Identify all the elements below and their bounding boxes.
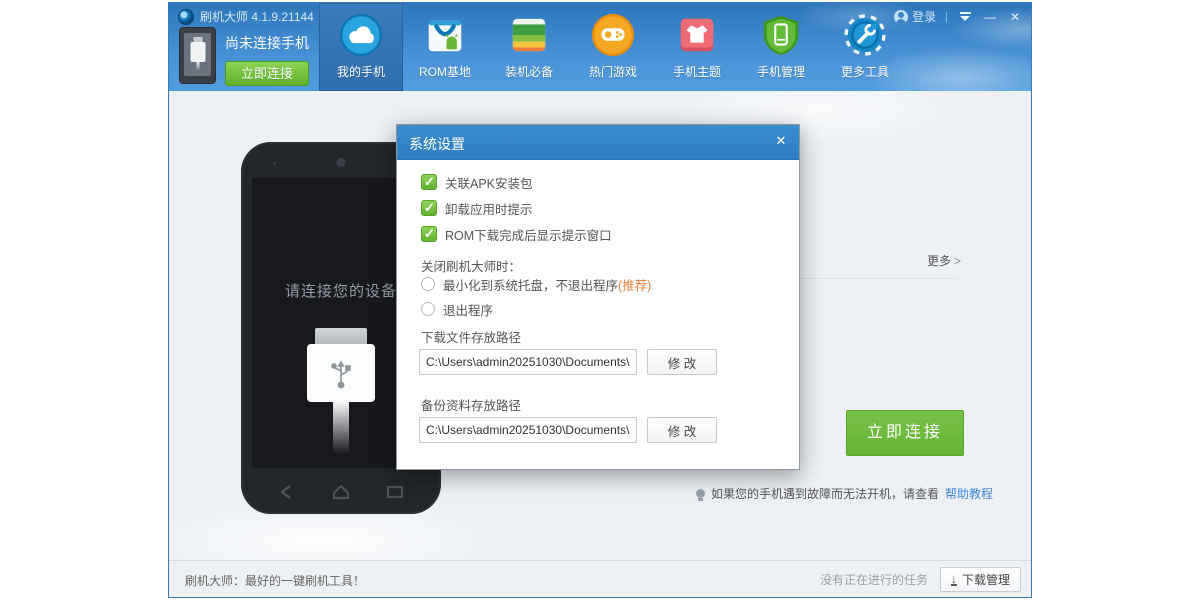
checkbox-row-rom-notify[interactable]: ROM下载完成后显示提示窗口 bbox=[421, 225, 612, 243]
checkbox-checked-icon[interactable] bbox=[421, 226, 437, 242]
download-manager-label: 下载管理 bbox=[962, 571, 1010, 588]
modify-download-path-button[interactable]: 修 改 bbox=[647, 349, 717, 375]
backup-path-input[interactable] bbox=[419, 417, 637, 443]
tab-essentials[interactable]: 装机必备 bbox=[487, 3, 571, 91]
minimize-button[interactable]: — bbox=[982, 10, 998, 24]
more-link[interactable]: 更多> bbox=[927, 252, 961, 269]
tab-label: ROM基地 bbox=[419, 63, 471, 80]
connect-now-small-button[interactable]: 立即连接 bbox=[225, 61, 309, 86]
dialog-title: 系统设置 bbox=[409, 134, 465, 154]
tab-phone-manage[interactable]: 手机管理 bbox=[739, 3, 823, 91]
tab-label: 我的手机 bbox=[337, 63, 385, 80]
close-button[interactable]: ✕ bbox=[1007, 10, 1023, 24]
window-controls: 登录 | — ✕ bbox=[894, 8, 1023, 25]
rom-bag-icon bbox=[422, 12, 468, 58]
usb-symbol-icon bbox=[330, 356, 352, 390]
app-header: 刷机大师 4.1.9.21144 登录 | — ✕ 尚未连接手机 立即连接 bbox=[169, 3, 1031, 91]
download-path-label: 下载文件存放路径 bbox=[421, 327, 521, 346]
usb-plug-illustration bbox=[307, 328, 375, 454]
help-tutorial-link[interactable]: 帮助教程 bbox=[945, 485, 993, 502]
radio-row-minimize[interactable]: 最小化到系统托盘，不退出程序(推荐) bbox=[421, 275, 651, 293]
radio-unselected-icon[interactable] bbox=[421, 277, 435, 291]
download-icon: ↓ bbox=[951, 574, 957, 586]
tab-rom-base[interactable]: ROM基地 bbox=[403, 3, 487, 91]
checkbox-checked-icon[interactable] bbox=[421, 200, 437, 216]
checkbox-label: ROM下载完成后显示提示窗口 bbox=[445, 225, 612, 244]
login-label: 登录 bbox=[912, 8, 936, 25]
close-behavior-label: 关闭刷机大师时： bbox=[421, 256, 521, 275]
connect-now-button[interactable]: 立即连接 bbox=[846, 410, 964, 456]
person-icon bbox=[894, 10, 908, 24]
download-path-input[interactable] bbox=[419, 349, 637, 375]
tasks-status-text: 没有正在进行的任务 bbox=[820, 571, 928, 588]
tab-my-phone[interactable]: 我的手机 bbox=[319, 3, 403, 91]
dialog-header: 系统设置 ✕ bbox=[397, 125, 799, 160]
cloud-phone-icon bbox=[338, 12, 384, 58]
main-menu-button[interactable] bbox=[957, 10, 973, 24]
dialog-close-icon[interactable]: ✕ bbox=[773, 133, 789, 149]
controls-divider: | bbox=[945, 11, 948, 23]
phone-navbar bbox=[241, 484, 441, 500]
status-bar: 刷机大师：最好的一键刷机工具！ 没有正在进行的任务 ↓ 下载管理 bbox=[169, 560, 1031, 597]
tab-label: 手机主题 bbox=[673, 63, 721, 80]
tab-hot-games[interactable]: 热门游戏 bbox=[571, 3, 655, 91]
status-slogan: 刷机大师：最好的一键刷机工具！ bbox=[185, 572, 365, 589]
help-row: 如果您的手机遇到故障而无法开机，请查看帮助教程 bbox=[696, 485, 993, 502]
app-title: 刷机大师 4.1.9.21144 bbox=[200, 8, 314, 25]
checkbox-row-uninstall-prompt[interactable]: 卸载应用时提示 bbox=[421, 199, 533, 217]
menu-icon bbox=[960, 12, 971, 21]
modify-backup-path-button[interactable]: 修 改 bbox=[647, 417, 717, 443]
tab-themes[interactable]: 手机主题 bbox=[655, 3, 739, 91]
titlebar: 刷机大师 4.1.9.21144 bbox=[178, 8, 314, 25]
backup-path-label: 备份资料存放路径 bbox=[421, 395, 521, 414]
gear-wrench-icon bbox=[842, 12, 888, 58]
login-button[interactable]: 登录 bbox=[894, 8, 936, 25]
back-icon bbox=[276, 484, 298, 500]
chevron-right-icon: > bbox=[954, 254, 961, 268]
tab-label: 更多工具 bbox=[841, 63, 889, 80]
checkbox-row-apk[interactable]: 关联APK安装包 bbox=[421, 173, 533, 191]
radio-row-exit[interactable]: 退出程序 bbox=[421, 300, 493, 318]
device-status-block: 尚未连接手机 立即连接 bbox=[179, 27, 309, 86]
radio-unselected-icon[interactable] bbox=[421, 302, 435, 316]
checkbox-label: 卸载应用时提示 bbox=[445, 199, 533, 218]
recents-icon bbox=[384, 484, 406, 500]
app-logo-icon bbox=[178, 9, 194, 25]
checkbox-checked-icon[interactable] bbox=[421, 174, 437, 190]
radio-label: 退出程序 bbox=[443, 300, 493, 319]
device-status-text: 尚未连接手机 bbox=[225, 33, 309, 53]
more-label: 更多 bbox=[927, 254, 951, 268]
dialog-body: 关联APK安装包 卸载应用时提示 ROM下载完成后显示提示窗口 关闭刷机大师时：… bbox=[397, 160, 799, 469]
tab-label: 手机管理 bbox=[757, 63, 805, 80]
help-text: 如果您的手机遇到故障而无法开机，请查看 bbox=[711, 485, 939, 502]
download-manager-button[interactable]: ↓ 下载管理 bbox=[940, 567, 1021, 592]
phone-speaker-dot bbox=[273, 162, 276, 165]
tab-label: 热门游戏 bbox=[589, 63, 637, 80]
main-nav: 我的手机 ROM基地 bbox=[319, 3, 907, 91]
phone-status-icon bbox=[179, 27, 216, 84]
gamepad-icon bbox=[590, 12, 636, 58]
tab-label: 装机必备 bbox=[505, 63, 553, 80]
bulb-icon bbox=[696, 489, 705, 498]
settings-dialog: 系统设置 ✕ 关联APK安装包 卸载应用时提示 ROM下载完成后显示提示窗口 关… bbox=[396, 124, 800, 470]
phone-camera-dot bbox=[337, 158, 346, 167]
recommended-hint: (推荐) bbox=[618, 279, 651, 293]
checkbox-label: 关联APK安装包 bbox=[445, 173, 533, 192]
radio-label: 最小化到系统托盘，不退出程序 bbox=[443, 279, 618, 293]
home-icon bbox=[330, 484, 352, 500]
layers-icon bbox=[506, 12, 552, 58]
shield-phone-icon bbox=[758, 12, 804, 58]
tshirt-icon bbox=[674, 12, 720, 58]
